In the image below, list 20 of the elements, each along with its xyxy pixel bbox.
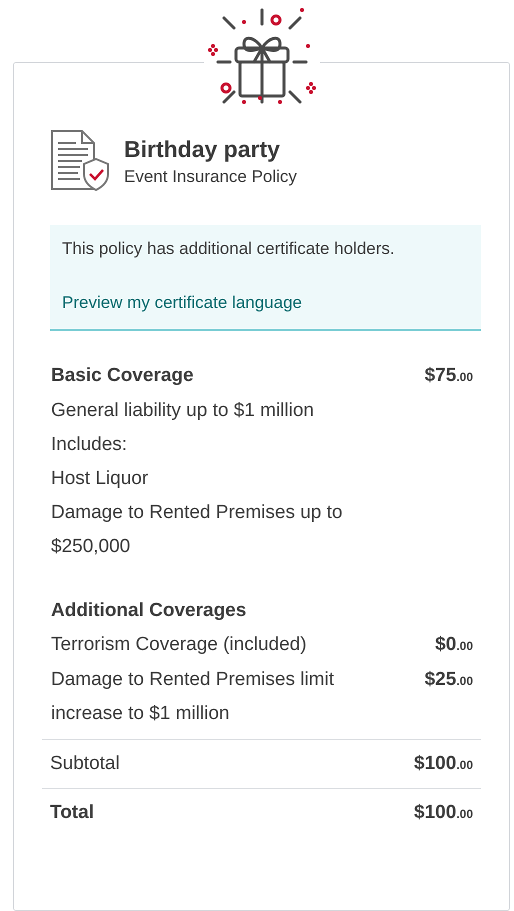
coverage-line: General liability up to $1 million: [51, 399, 315, 423]
price: $75.00: [424, 364, 473, 388]
price: $0.00: [435, 633, 473, 657]
coverage-line: Terrorism Coverage (included): [51, 633, 307, 657]
preview-link[interactable]: Preview my certificate language: [62, 293, 469, 313]
subtotal-amount: $100.00: [414, 753, 473, 775]
policy-title: Birthday party: [124, 136, 281, 162]
total-label: Total: [50, 802, 94, 824]
total-amount: $100.00: [414, 802, 473, 824]
subtotal-label: Subtotal: [50, 753, 120, 775]
section-heading: Basic Coverage: [51, 364, 194, 388]
document-shield-icon: [50, 129, 112, 193]
coverage-line: Includes:: [51, 433, 128, 457]
coverage-line: Host Liquor: [51, 467, 150, 491]
policy-subtitle: Event Insurance Policy: [124, 166, 297, 186]
coverage-line: Damage to Rented Premises up to $250,000: [51, 501, 344, 559]
notice-text: This policy has additional certificate holders.: [62, 239, 395, 258]
section-heading: Additional Coverages: [51, 599, 248, 623]
coverage-line: Damage to Rented Premises limit increase to $1 million: [51, 668, 335, 726]
price: $25.00: [424, 668, 473, 692]
